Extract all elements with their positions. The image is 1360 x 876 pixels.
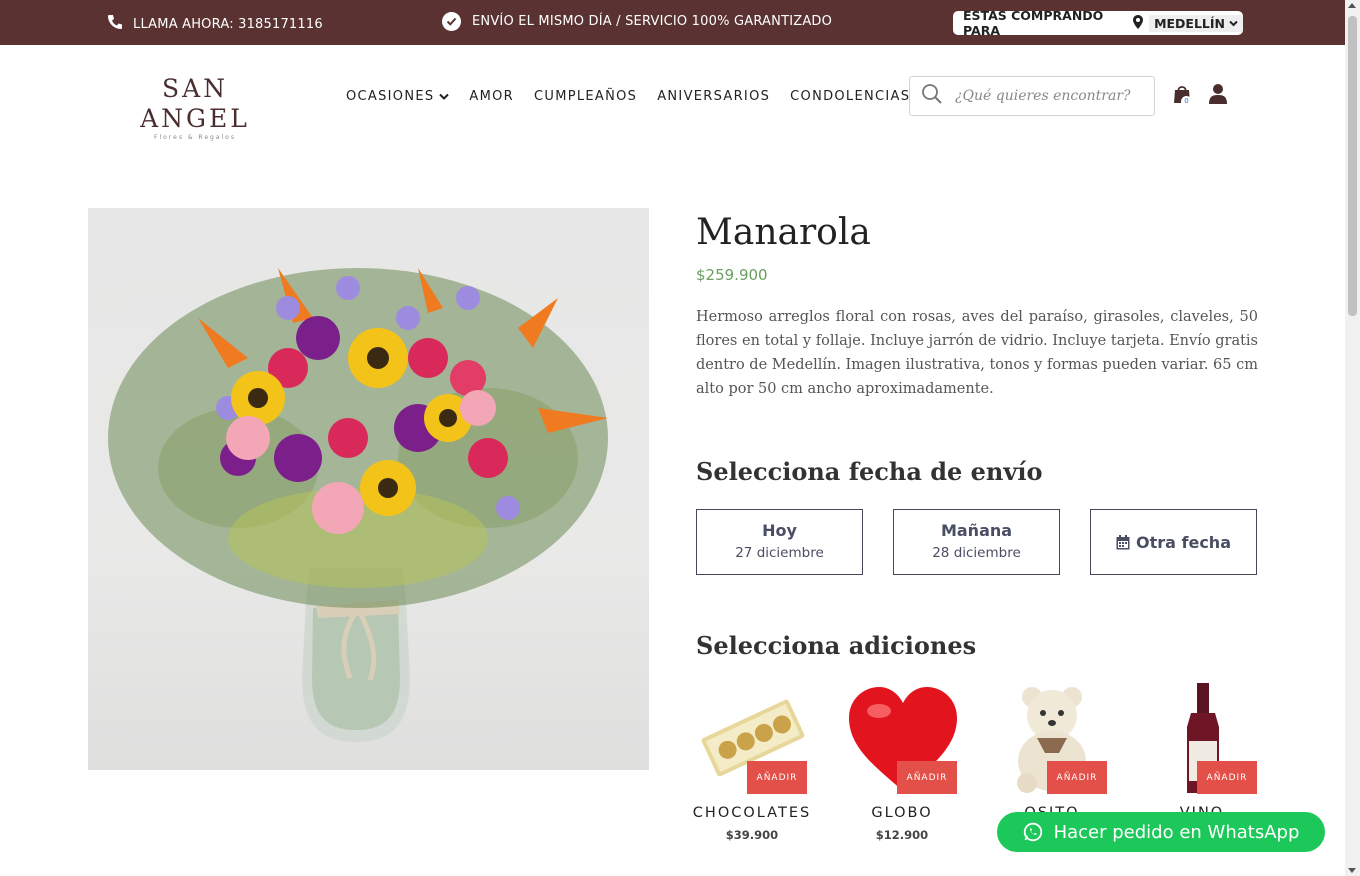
calendar-icon [1116,534,1130,549]
city-dropdown[interactable]: MEDELLÍN [1149,14,1243,32]
main-nav: OCASIONES AMOR CUMPLEAÑOS ANIVERSARIOS C… [346,89,910,104]
call-now[interactable]: LLAMA AHORA: 3185171116 [107,14,323,34]
addition-price: $12.900 [875,828,929,842]
add-button[interactable]: AÑADIR [747,761,807,794]
city-value: MEDELLÍN [1154,15,1225,31]
scrollbar[interactable] [1345,0,1360,876]
product-title: Manarola [696,212,871,253]
nav-item-amor[interactable]: AMOR [469,89,514,104]
product-price: $259.900 [696,266,768,284]
date-option-date: 27 diciembre [735,545,824,561]
date-option-date: 28 diciembre [932,545,1021,561]
date-option-label: Hoy [762,521,797,540]
top-bar: LLAMA AHORA: 3185171116 ENVÍO EL MISMO D… [0,0,1345,45]
date-option-other[interactable]: Otra fecha [1090,509,1257,575]
whatsapp-icon [1023,822,1042,842]
addition-name: GLOBO [871,805,933,821]
map-pin-icon [1133,14,1144,32]
addition-price: $39.900 [725,828,779,842]
date-option-other-label: Otra fecha [1136,532,1231,552]
check-circle-icon [442,12,461,31]
nav-item-label: OCASIONES [346,89,435,104]
phone-icon [107,14,123,34]
scroll-up-arrow-icon[interactable] [1348,3,1356,8]
date-option-label: Mañana [940,521,1013,540]
date-option-tomorrow[interactable]: Mañana 28 diciembre [893,509,1060,575]
whatsapp-order-button[interactable]: Hacer pedido en WhatsApp [997,812,1325,852]
product-description: Hermoso arreglos floral con rosas, aves … [696,309,1258,397]
cart-count-badge: 0 [1181,96,1192,107]
logo-subtitle: Flores & Regalos [154,134,236,141]
search-box[interactable] [909,76,1155,116]
account-button[interactable] [1209,83,1227,109]
product-image[interactable] [88,208,649,770]
delivery-title: Selecciona fecha de envío [696,457,1043,486]
user-icon [1209,84,1227,104]
whatsapp-label: Hacer pedido en WhatsApp [1053,821,1300,843]
add-button[interactable]: AÑADIR [1047,761,1107,794]
bouquet-illustration [108,268,608,742]
chevron-down-icon [1229,20,1238,26]
nav-item-aniversarios[interactable]: ANIVERSARIOS [657,89,770,104]
addition-name: CHOCOLATES [692,805,812,821]
search-input[interactable] [955,88,1145,104]
search-icon[interactable] [921,83,943,109]
call-now-text: LLAMA AHORA: 3185171116 [133,16,323,32]
logo-name: SAN ANGEL [140,74,250,133]
additions-title: Selecciona adiciones [696,631,977,660]
scroll-down-arrow-icon[interactable] [1348,868,1356,873]
nav-item-ocasiones[interactable]: OCASIONES [346,89,450,104]
chevron-down-icon [439,93,450,100]
add-button[interactable]: AÑADIR [897,761,957,794]
add-button[interactable]: AÑADIR [1197,761,1257,794]
scrollbar-thumb[interactable] [1348,16,1357,316]
logo[interactable]: SAN ANGEL Flores & Regalos [110,74,280,141]
city-selector[interactable]: ESTAS COMPRANDO PARA MEDELLÍN [953,8,1243,38]
shipping-text: ENVÍO EL MISMO DÍA / SERVICIO 100% GARAN… [472,14,833,29]
shipping-banner: ENVÍO EL MISMO DÍA / SERVICIO 100% GARAN… [442,12,832,31]
nav-item-condolencias[interactable]: CONDOLENCIAS [790,89,910,104]
cart-button[interactable]: 0 [1173,84,1192,108]
buying-for-label: ESTAS COMPRANDO PARA [963,8,1104,38]
nav-item-cumpleanos[interactable]: CUMPLEAÑOS [534,89,637,104]
date-option-today[interactable]: Hoy 27 diciembre [696,509,863,575]
